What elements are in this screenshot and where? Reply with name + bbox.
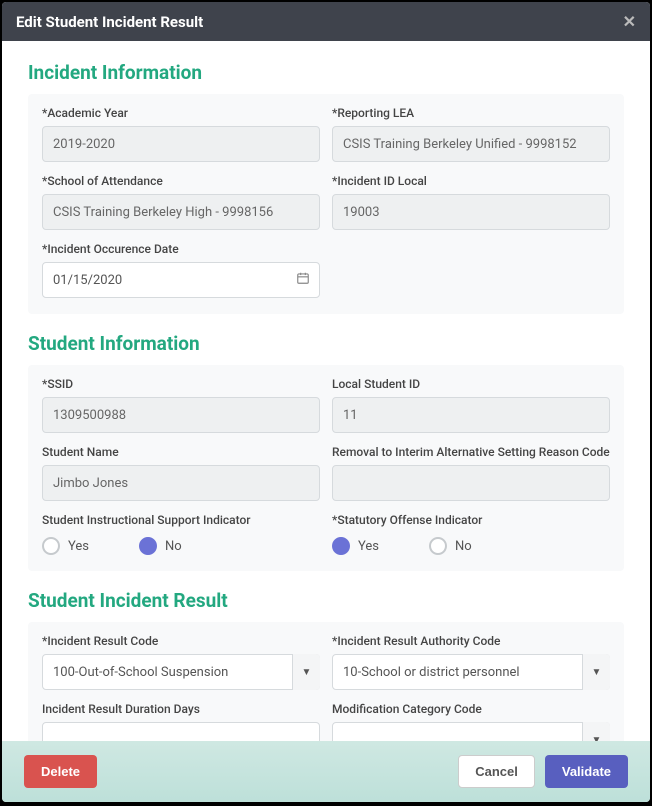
statutory-no-radio[interactable]: No <box>429 537 472 555</box>
radio-label: No <box>165 539 182 554</box>
edit-incident-modal: Edit Student Incident Result ✕ Incident … <box>2 2 650 802</box>
ssid-field[interactable]: 1309500988 <box>42 397 320 433</box>
label-ssid: *SSID <box>42 377 320 391</box>
academic-year-field[interactable]: 2019-2020 <box>42 126 320 162</box>
removal-code-field[interactable] <box>332 465 610 501</box>
label-support-indicator: Student Instructional Support Indicator <box>42 513 320 527</box>
authority-code-select[interactable]: 10-School or district personnel <box>332 654 610 690</box>
cancel-button[interactable]: Cancel <box>458 755 535 788</box>
radio-icon <box>42 537 60 555</box>
modal-footer: Delete Cancel Validate <box>2 741 650 802</box>
delete-button[interactable]: Delete <box>24 755 97 788</box>
modal-content: Incident Information *Academic Year 2019… <box>2 41 650 741</box>
close-icon[interactable]: ✕ <box>623 12 636 31</box>
label-mod-category: Modification Category Code <box>332 702 610 716</box>
result-code-select[interactable]: 100-Out-of-School Suspension <box>42 654 320 690</box>
label-statutory-indicator: *Statutory Offense Indicator <box>332 513 610 527</box>
label-duration-days: Incident Result Duration Days <box>42 702 320 716</box>
section-title-incident: Incident Information <box>28 61 624 84</box>
label-local-id: Local Student ID <box>332 377 610 391</box>
statutory-yes-radio[interactable]: Yes <box>332 537 379 555</box>
radio-label: Yes <box>358 539 379 554</box>
label-result-code: *Incident Result Code <box>42 634 320 648</box>
radio-label: No <box>455 539 472 554</box>
label-reporting-lea: *Reporting LEA <box>332 106 610 120</box>
radio-label: Yes <box>68 539 89 554</box>
school-field[interactable]: CSIS Training Berkeley High - 9998156 <box>42 194 320 230</box>
label-occurrence-date: *Incident Occurence Date <box>42 242 320 256</box>
section-result: *Incident Result Code 100-Out-of-School … <box>28 622 624 741</box>
section-incident: *Academic Year 2019-2020 *Reporting LEA … <box>28 94 624 314</box>
incident-id-field[interactable]: 19003 <box>332 194 610 230</box>
duration-days-field[interactable] <box>42 722 320 741</box>
mod-category-select[interactable] <box>332 722 610 741</box>
modal-title: Edit Student Incident Result <box>16 13 203 31</box>
modal-titlebar: Edit Student Incident Result ✕ <box>2 2 650 41</box>
reporting-lea-field[interactable]: CSIS Training Berkeley Unified - 9998152 <box>332 126 610 162</box>
label-academic-year: *Academic Year <box>42 106 320 120</box>
label-student-name: Student Name <box>42 445 320 459</box>
student-name-field[interactable]: Jimbo Jones <box>42 465 320 501</box>
radio-icon <box>139 537 157 555</box>
local-id-field[interactable]: 11 <box>332 397 610 433</box>
label-authority-code: *Incident Result Authority Code <box>332 634 610 648</box>
occurrence-date-field[interactable]: 01/15/2020 <box>42 262 320 298</box>
radio-icon <box>332 537 350 555</box>
label-incident-id: *Incident ID Local <box>332 174 610 188</box>
validate-button[interactable]: Validate <box>545 755 628 788</box>
radio-icon <box>429 537 447 555</box>
label-removal-code: Removal to Interim Alternative Setting R… <box>332 445 610 459</box>
support-yes-radio[interactable]: Yes <box>42 537 89 555</box>
support-no-radio[interactable]: No <box>139 537 182 555</box>
section-student: *SSID 1309500988 Local Student ID 11 Stu… <box>28 365 624 571</box>
label-school: *School of Attendance <box>42 174 320 188</box>
section-title-student: Student Information <box>28 332 624 355</box>
section-title-result: Student Incident Result <box>28 589 624 612</box>
